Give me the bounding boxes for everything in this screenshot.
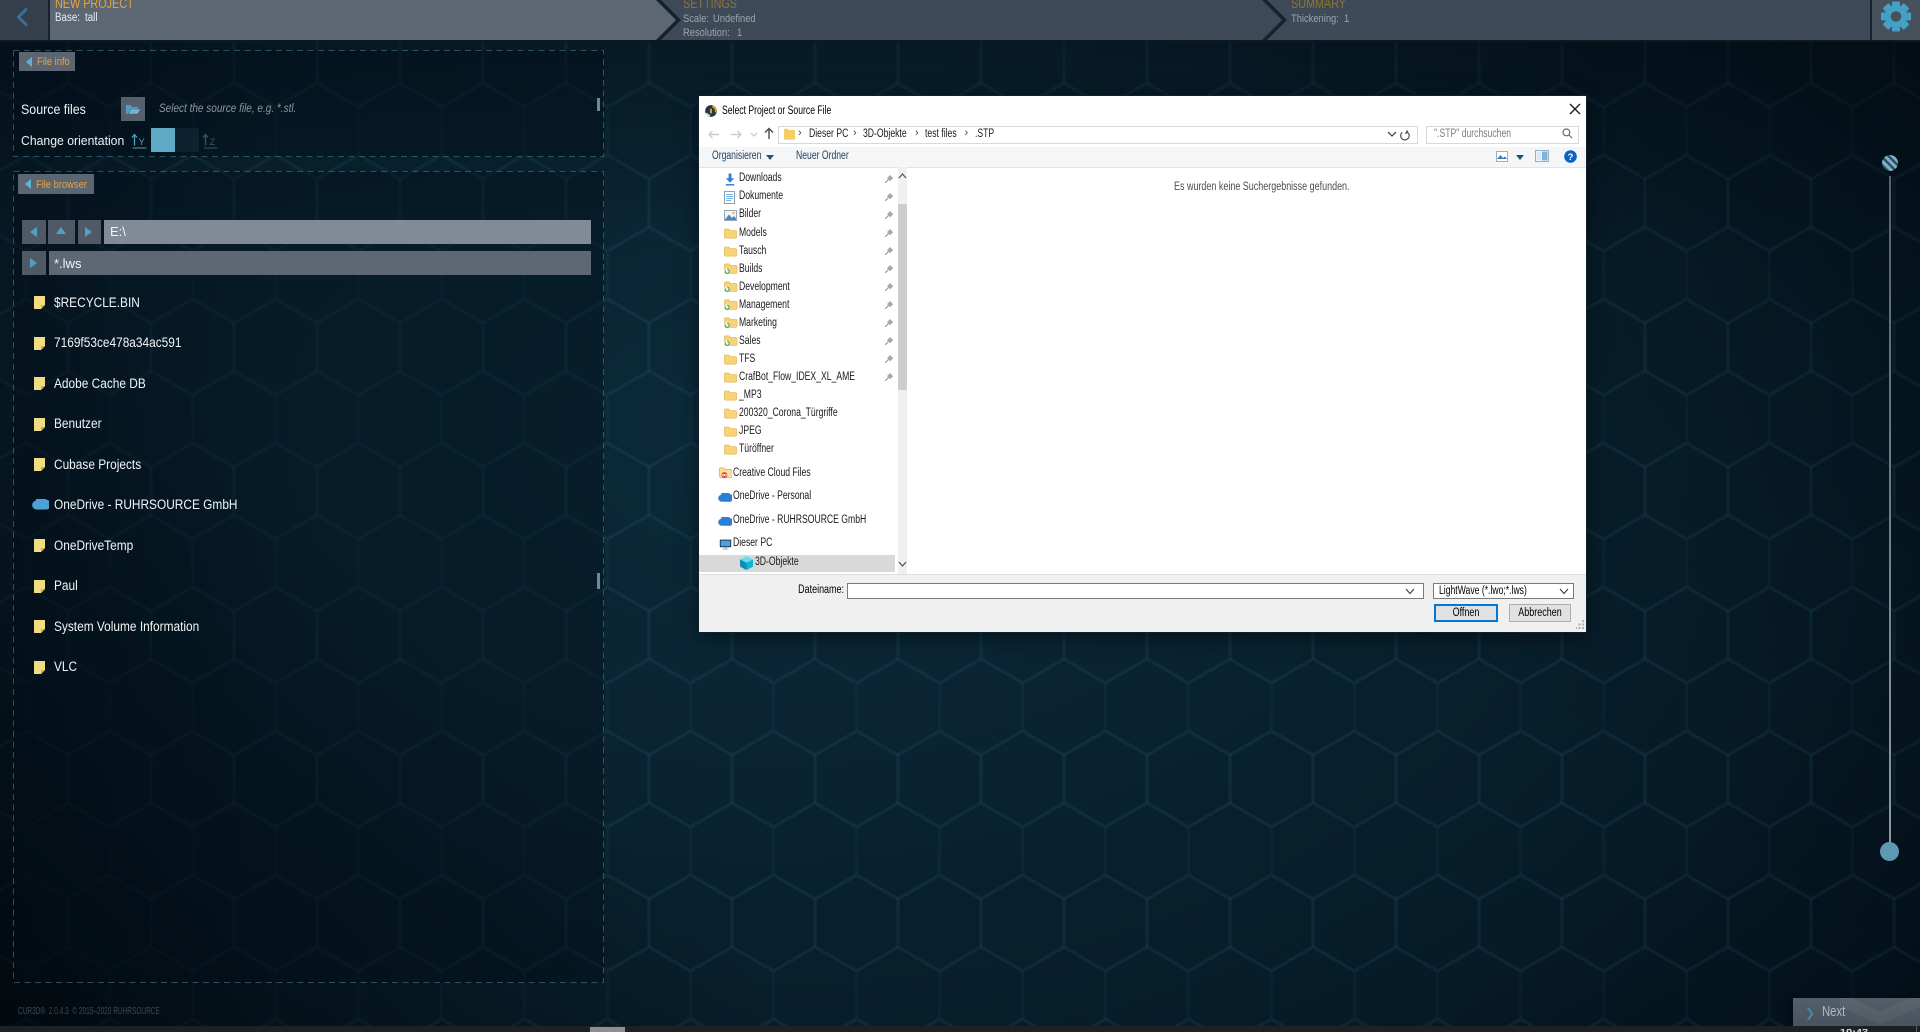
- svg-text:?: ?: [1568, 152, 1574, 163]
- svg-text:Z: Z: [210, 137, 216, 148]
- svg-text:Y: Y: [139, 137, 146, 148]
